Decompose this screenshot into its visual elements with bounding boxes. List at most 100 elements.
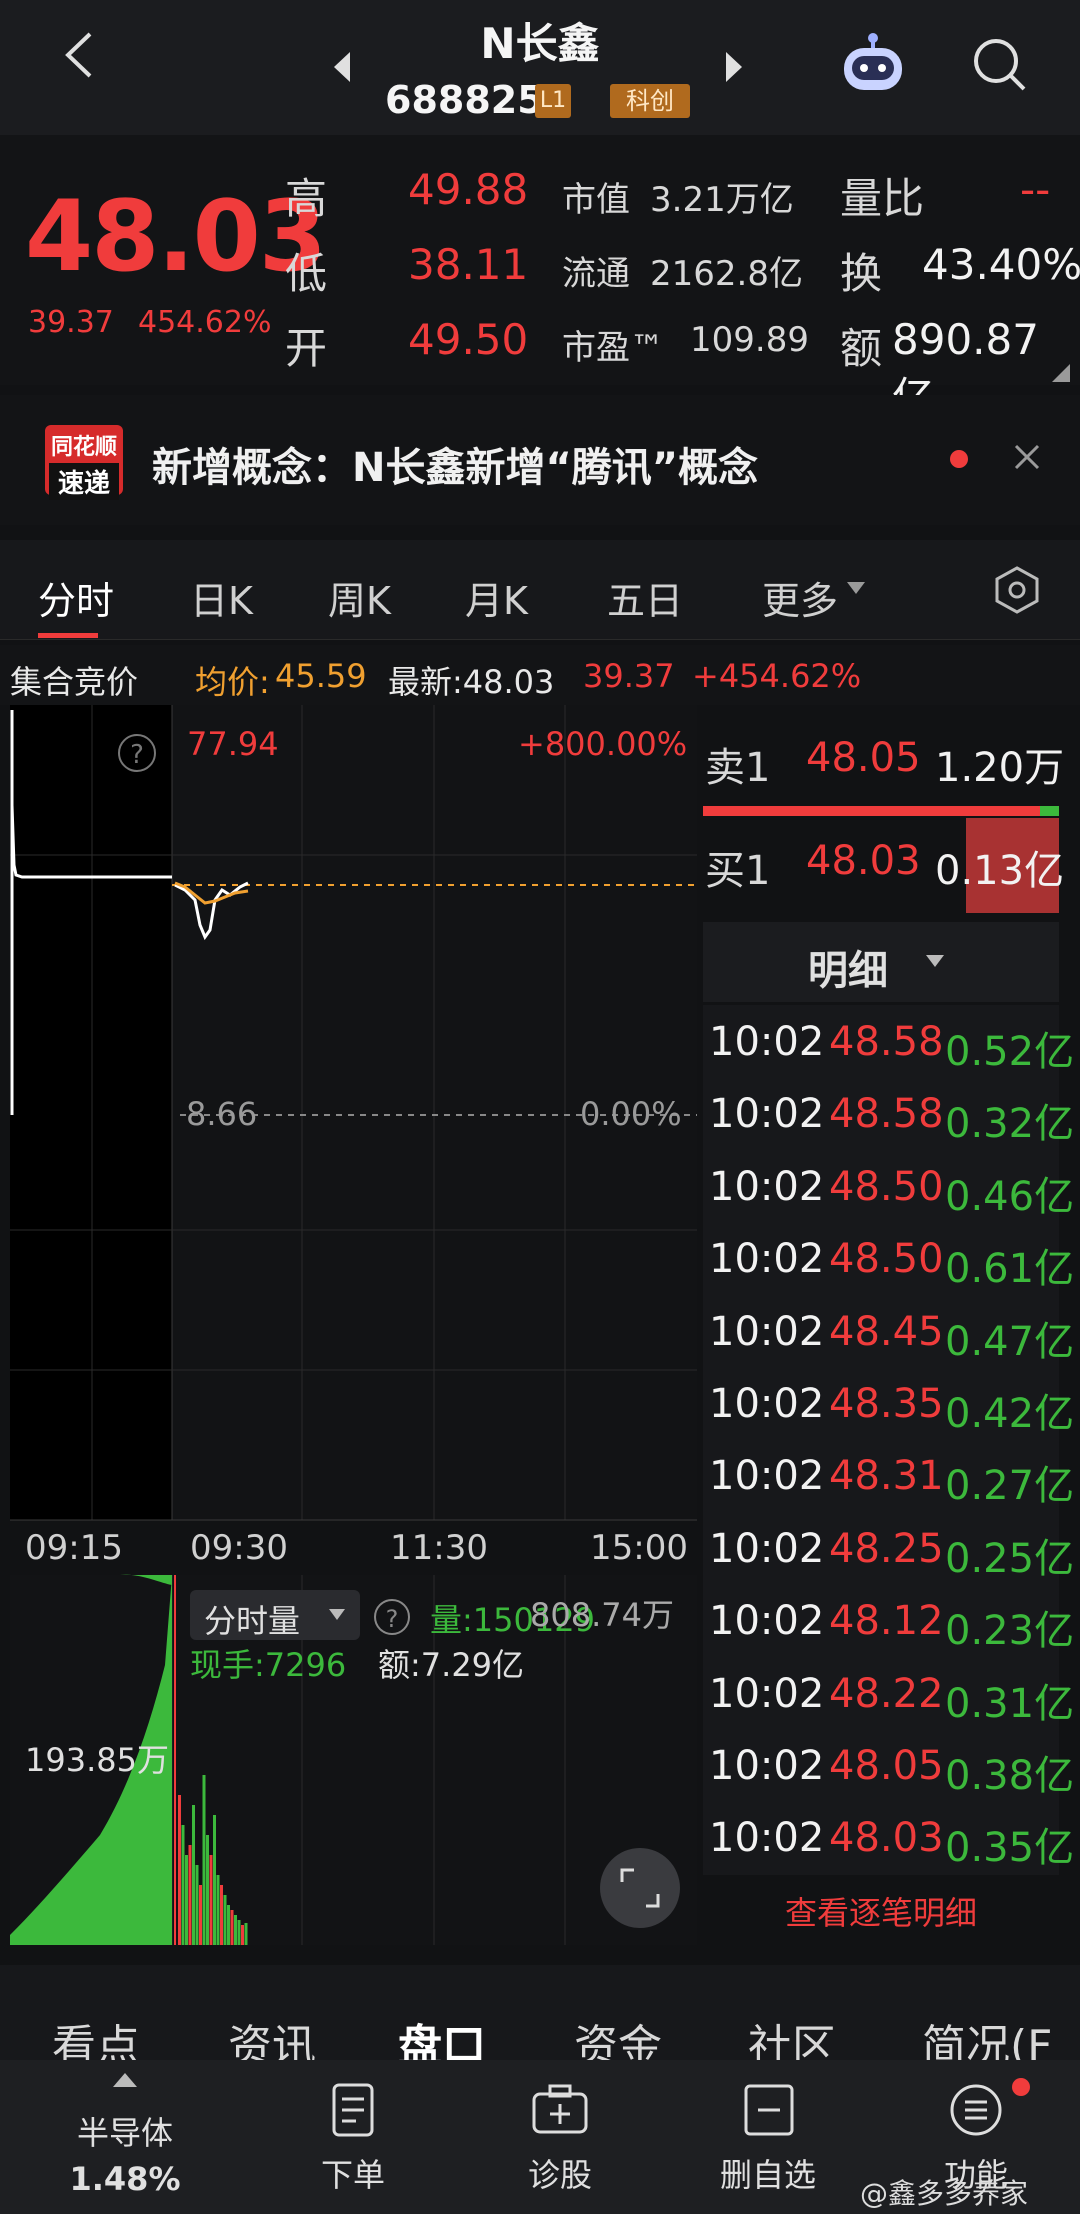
trade-price: 48.50: [829, 1163, 944, 1210]
tab-weekly-k[interactable]: 周K: [328, 570, 391, 625]
trade-price: 48.05: [829, 1743, 944, 1789]
trade-volume: 0.46亿: [945, 1173, 1075, 1220]
function-menu-icon[interactable]: [948, 2082, 1004, 2138]
base-pct-label: 0.00%: [580, 1095, 682, 1133]
volume-bar: [188, 1845, 192, 1945]
active-tab-underline: [38, 633, 98, 638]
volume-bar: [202, 1775, 206, 1945]
low-value: 38.11: [408, 240, 529, 289]
volume-help-icon[interactable]: ?: [372, 1597, 412, 1637]
trade-price: 48.35: [829, 1381, 944, 1427]
trade-time: 10:02: [709, 1670, 825, 1717]
avg-value: 45.59: [275, 657, 367, 695]
trade-price: 48.45: [829, 1308, 944, 1355]
volume-bar: [185, 1855, 188, 1945]
volume-bar: [220, 1885, 223, 1945]
chart-tabs: [0, 540, 1080, 640]
volume-bar: [216, 1875, 220, 1945]
volume-bar: [230, 1910, 234, 1945]
dropdown-arrow-icon: [329, 1609, 345, 1620]
diagnose-label[interactable]: 诊股: [480, 2150, 640, 2196]
trade-row: 10:02 48.58 0.52亿: [705, 1013, 1080, 1085]
news-logo-top: 同花顺: [50, 435, 117, 460]
bid-ask-ratio-bar: [703, 806, 1059, 816]
volume-bar: [178, 1795, 181, 1945]
trade-price: 48.31: [829, 1453, 944, 1500]
trade-volume: 0.47亿: [945, 1318, 1075, 1365]
remove-watchlist-icon[interactable]: [742, 2082, 796, 2138]
trade-price: 48.58: [829, 1019, 944, 1065]
trade-time: 10:02: [709, 1525, 825, 1572]
trade-row: 10:02 48.25 0.25亿: [705, 1520, 1080, 1592]
detail-header[interactable]: 明细: [703, 922, 1059, 1002]
trade-row: 10:02 48.12 0.23亿: [705, 1592, 1080, 1664]
trade-volume: 0.42亿: [945, 1391, 1075, 1437]
price-change-pct: 454.62%: [138, 305, 272, 340]
latest-price: 最新:48.03: [388, 663, 555, 701]
diagnose-icon[interactable]: [530, 2082, 590, 2138]
order-icon[interactable]: [328, 2082, 378, 2138]
buy1-volume: 0.13亿: [935, 848, 1065, 894]
expand-corner-icon[interactable]: [1050, 362, 1072, 384]
trade-time: 10:02: [709, 1453, 825, 1500]
sector-name[interactable]: 半导体: [45, 2108, 205, 2154]
trade-row: 10:02 48.50 0.61亿: [705, 1230, 1080, 1302]
svg-text:?: ?: [386, 1605, 399, 1633]
news-bar[interactable]: 同花顺 速递 新增概念：N长鑫新增“腾讯”概念: [0, 395, 1080, 525]
close-icon[interactable]: [1012, 442, 1042, 472]
float-label: 流通: [562, 254, 630, 294]
volume-bar: [241, 1925, 244, 1945]
view-all-trades-link[interactable]: 查看逐笔明细: [703, 1888, 1059, 1934]
trade-row: 10:02 48.22 0.31亿: [705, 1665, 1080, 1737]
fullscreen-button[interactable]: [600, 1848, 680, 1928]
trade-price: 48.22: [829, 1670, 944, 1717]
info-change: 39.37: [583, 657, 675, 695]
news-text[interactable]: 新增概念：N长鑫新增“腾讯”概念: [152, 435, 758, 493]
avg-label: 均价:: [195, 663, 270, 701]
turnover-value: 43.40%: [922, 240, 1080, 289]
trade-row: 10:02 48.31 0.27亿: [705, 1447, 1080, 1519]
pe-value: 109.89: [690, 320, 809, 360]
buy1-label: 买1: [705, 848, 771, 894]
remove-watchlist-label[interactable]: 删自选: [688, 2150, 848, 2196]
volume-indicator-selector[interactable]: 分时量: [190, 1590, 360, 1640]
xianshou-value: 现手:7296: [190, 1646, 347, 1684]
high-value: 49.88: [408, 165, 529, 214]
trade-time: 10:02: [709, 1163, 825, 1210]
time-label-0930: 09:30: [190, 1528, 288, 1568]
base-price-label: 8.66: [186, 1095, 258, 1133]
trade-row: 10:02 48.50 0.46亿: [705, 1158, 1080, 1230]
tab-more[interactable]: 更多: [762, 570, 838, 625]
trade-row: 10:02 48.03 0.35亿: [705, 1809, 1080, 1881]
trade-time: 10:02: [709, 1019, 825, 1065]
sub-tabs: [0, 1965, 1080, 2060]
trade-row: 10:02 48.58 0.32亿: [705, 1085, 1080, 1157]
settings-hexagon-icon[interactable]: [992, 565, 1042, 615]
sell1-label: 卖1: [705, 745, 771, 791]
tab-daily-k[interactable]: 日K: [190, 570, 253, 625]
mktcap-value: 3.21万亿: [650, 180, 794, 220]
tab-intraday[interactable]: 分时: [38, 570, 114, 625]
fullscreen-icon: [620, 1868, 660, 1908]
trade-time: 10:02: [709, 1236, 825, 1283]
trade-time: 10:02: [709, 1091, 825, 1138]
tab-five-day[interactable]: 五日: [607, 570, 683, 625]
volume-bar: [206, 1835, 209, 1945]
info-change-pct: +454.62%: [692, 657, 862, 695]
trade-volume: 0.38亿: [945, 1753, 1075, 1799]
price-change: 39.37: [28, 305, 114, 340]
volume-bar: [181, 1825, 185, 1945]
order-label[interactable]: 下单: [273, 2150, 433, 2196]
sector-up-arrow-icon: [113, 2073, 137, 2087]
tab-monthly-k[interactable]: 月K: [465, 570, 528, 625]
trade-price: 48.12: [829, 1598, 944, 1645]
volume-bar: [209, 1855, 213, 1945]
top-pct-label: +800.00%: [518, 725, 688, 763]
news-logo-bottom: 速递: [49, 463, 119, 500]
trade-row: 10:02 48.35 0.42亿: [705, 1375, 1080, 1447]
volume-bar: [234, 1915, 237, 1945]
volume-bar: [213, 1815, 216, 1945]
turnover-label: 换: [840, 249, 883, 298]
trade-time: 10:02: [709, 1743, 825, 1789]
trade-row: 10:02 48.05 0.38亿: [705, 1737, 1080, 1809]
